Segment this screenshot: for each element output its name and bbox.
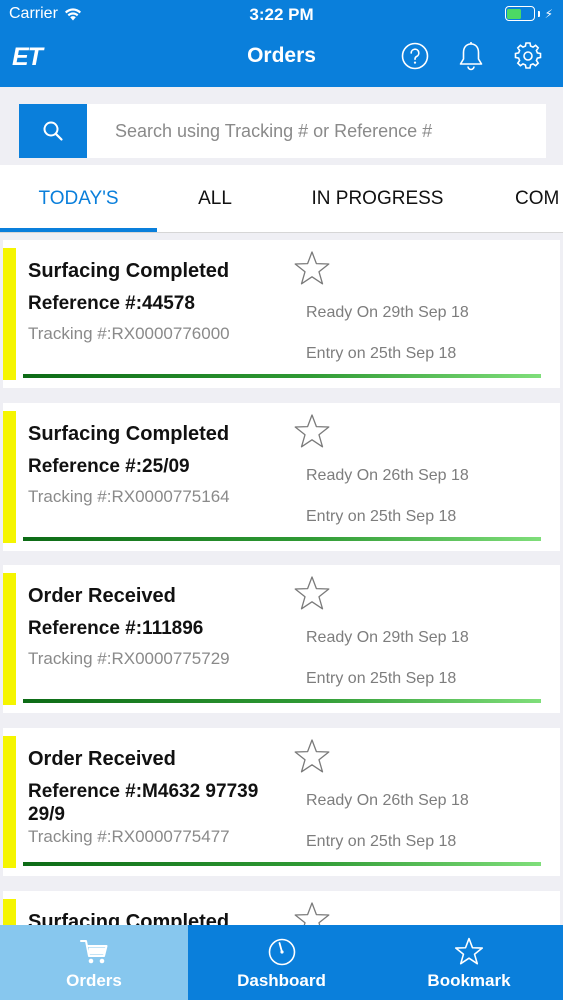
order-tracking: Tracking #:RX0000775164	[28, 487, 230, 506]
gear-icon[interactable]	[512, 40, 544, 72]
charging-icon: ⚡	[544, 6, 553, 21]
order-reference: Reference #:44578	[28, 293, 195, 314]
search-button[interactable]	[19, 104, 87, 158]
bottom-tab-label: Dashboard	[237, 971, 326, 990]
status-stripe	[3, 573, 16, 705]
ready-date: Ready On 26th Sep 18	[306, 792, 469, 809]
order-status: Surfacing Completed	[28, 911, 230, 925]
order-progress	[23, 699, 541, 703]
order-status: Surfacing Completed	[28, 260, 230, 282]
bookmark-star-icon[interactable]	[293, 738, 331, 776]
tab-completed[interactable]: COM	[515, 165, 563, 232]
cart-icon	[78, 937, 110, 967]
ready-date: Ready On 29th Sep 18	[306, 304, 469, 321]
order-status: Surfacing Completed	[28, 423, 230, 445]
ready-date: Ready On 29th Sep 18	[306, 629, 469, 646]
bookmark-star-icon[interactable]	[293, 413, 331, 451]
bottom-tab-label: Bookmark	[427, 971, 511, 990]
order-card[interactable]: Surfacing Completed Reference #:25/09 Tr…	[3, 403, 560, 551]
bookmark-star-icon[interactable]	[293, 901, 331, 925]
app-header: Carrier 3:22 PM ⚡ ET Orders	[0, 0, 563, 87]
order-list[interactable]: Surfacing Completed Reference #:44578 Tr…	[0, 233, 563, 925]
order-reference: Reference #:M4632 97739 29/9	[28, 781, 259, 825]
tab-all[interactable]: ALL	[157, 165, 273, 232]
nav-bar: ET Orders	[0, 30, 563, 87]
bookmark-star-icon[interactable]	[293, 250, 331, 288]
gauge-icon	[266, 937, 298, 967]
order-card[interactable]: Order Received Reference #:111896 Tracki…	[3, 565, 560, 713]
tab-todays[interactable]: TODAY'S	[0, 165, 157, 232]
order-card[interactable]: Surfacing Completed Reference #:44578 Tr…	[3, 240, 560, 388]
order-card[interactable]: Surfacing Completed	[3, 891, 560, 925]
bottom-tab-orders[interactable]: Orders	[0, 925, 188, 1000]
filter-tabs: TODAY'S ALL IN PROGRESS COM	[0, 165, 563, 233]
search-input[interactable]	[87, 104, 546, 158]
order-tracking: Tracking #:RX0000775477	[28, 827, 230, 846]
entry-date: Entry on 25th Sep 18	[306, 670, 457, 687]
tab-in-progress[interactable]: IN PROGRESS	[290, 165, 465, 232]
bell-icon[interactable]	[455, 40, 487, 72]
order-card[interactable]: Order Received Reference #:M4632 97739 2…	[3, 728, 560, 876]
bookmark-star-icon[interactable]	[293, 575, 331, 613]
status-stripe	[3, 411, 16, 543]
order-reference: Reference #:25/09	[28, 456, 190, 477]
status-stripe	[3, 248, 16, 380]
order-tracking: Tracking #:RX0000775729	[28, 649, 230, 668]
entry-date: Entry on 25th Sep 18	[306, 345, 457, 362]
order-tracking: Tracking #:RX0000776000	[28, 324, 230, 343]
battery-icon: ⚡	[504, 6, 553, 21]
order-progress	[23, 862, 541, 866]
entry-date: Entry on 25th Sep 18	[306, 833, 457, 850]
status-time: 3:22 PM	[249, 5, 314, 24]
search-bar	[0, 87, 563, 165]
bottom-tab-dashboard[interactable]: Dashboard	[188, 925, 375, 1000]
order-status: Order Received	[28, 748, 176, 770]
help-icon[interactable]	[399, 40, 431, 72]
search-icon	[43, 121, 63, 141]
bottom-tab-bookmark[interactable]: Bookmark	[375, 925, 563, 1000]
order-progress	[23, 374, 541, 378]
status-bar: Carrier 3:22 PM ⚡	[0, 0, 563, 30]
order-reference: Reference #:111896	[28, 618, 204, 639]
bottom-tab-bar: Orders Dashboard Bookmark	[0, 925, 563, 1000]
entry-date: Entry on 25th Sep 18	[306, 508, 457, 525]
status-stripe	[3, 736, 16, 868]
status-stripe	[3, 899, 16, 925]
order-status: Order Received	[28, 585, 176, 607]
star-icon	[453, 937, 485, 967]
ready-date: Ready On 26th Sep 18	[306, 467, 469, 484]
order-progress	[23, 537, 541, 541]
bottom-tab-label: Orders	[66, 971, 122, 990]
